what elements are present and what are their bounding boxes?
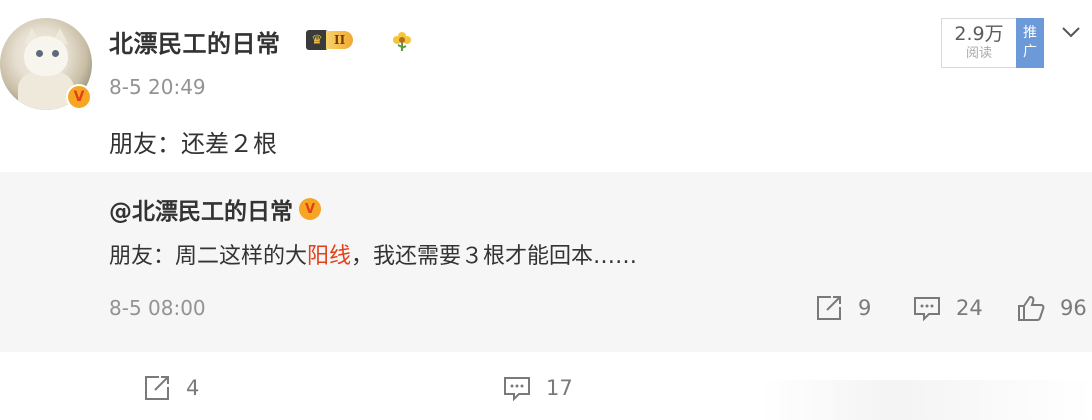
quoted-like-count: 96 [1060, 296, 1087, 320]
repost-icon [145, 376, 169, 400]
chevron-down-icon[interactable] [1060, 24, 1082, 40]
promote-label: 推广 [1023, 25, 1037, 60]
member-badge[interactable]: ♛ II [306, 30, 354, 50]
comment-count: 17 [546, 376, 573, 400]
author-name[interactable]: 北漂民工的日常 [109, 24, 281, 59]
quoted-author[interactable]: @北漂民工的日常 V [109, 192, 321, 226]
promote-button[interactable]: 推广 [1016, 18, 1044, 68]
quoted-timestamp[interactable]: 8-5 08:00 [109, 296, 206, 320]
quoted-text-after: ，我还需要３根才能回本…… [351, 244, 638, 269]
comment-icon [504, 377, 530, 402]
quoted-comment-count: 24 [956, 296, 983, 320]
quoted-post[interactable]: @北漂民工的日常 V 朋友：周二这样的大阳线，我还需要３根才能回本…… 8-5 … [0, 172, 1092, 352]
read-count: 2.9万 [954, 23, 1004, 45]
read-count-box: 2.9万 阅读 [941, 18, 1017, 68]
quoted-text-highlight[interactable]: 阳线 [307, 244, 351, 269]
quoted-author-name: @北漂民工的日常 [109, 199, 293, 225]
avatar[interactable]: V [0, 18, 92, 110]
comment-icon [914, 297, 940, 322]
verified-v-icon: V [299, 198, 321, 220]
repost-count: 4 [186, 376, 200, 400]
quoted-text: 朋友：周二这样的大阳线，我还需要３根才能回本…… [109, 238, 637, 270]
quoted-repost-button[interactable]: 9 [814, 294, 871, 322]
scroll-fade [760, 380, 1092, 420]
crown-icon: ♛ [306, 30, 328, 50]
flower-icon [393, 32, 411, 51]
quoted-text-before: 朋友：周二这样的大 [109, 244, 308, 269]
post-text: 朋友：还差２根 [109, 130, 277, 158]
verified-v-icon: V [66, 84, 92, 110]
comment-button[interactable]: 17 [502, 374, 573, 402]
quoted-like-button[interactable]: 96 [1016, 294, 1087, 322]
read-label: 阅读 [965, 46, 992, 61]
quoted-repost-count: 9 [858, 296, 872, 320]
repost-button[interactable]: 4 [142, 374, 199, 402]
quoted-comment-button[interactable]: 24 [912, 294, 983, 322]
post-timestamp[interactable]: 8-5 20:49 [109, 75, 206, 99]
member-level: II [326, 31, 354, 49]
repost-icon [817, 296, 841, 320]
like-icon [1018, 295, 1045, 321]
